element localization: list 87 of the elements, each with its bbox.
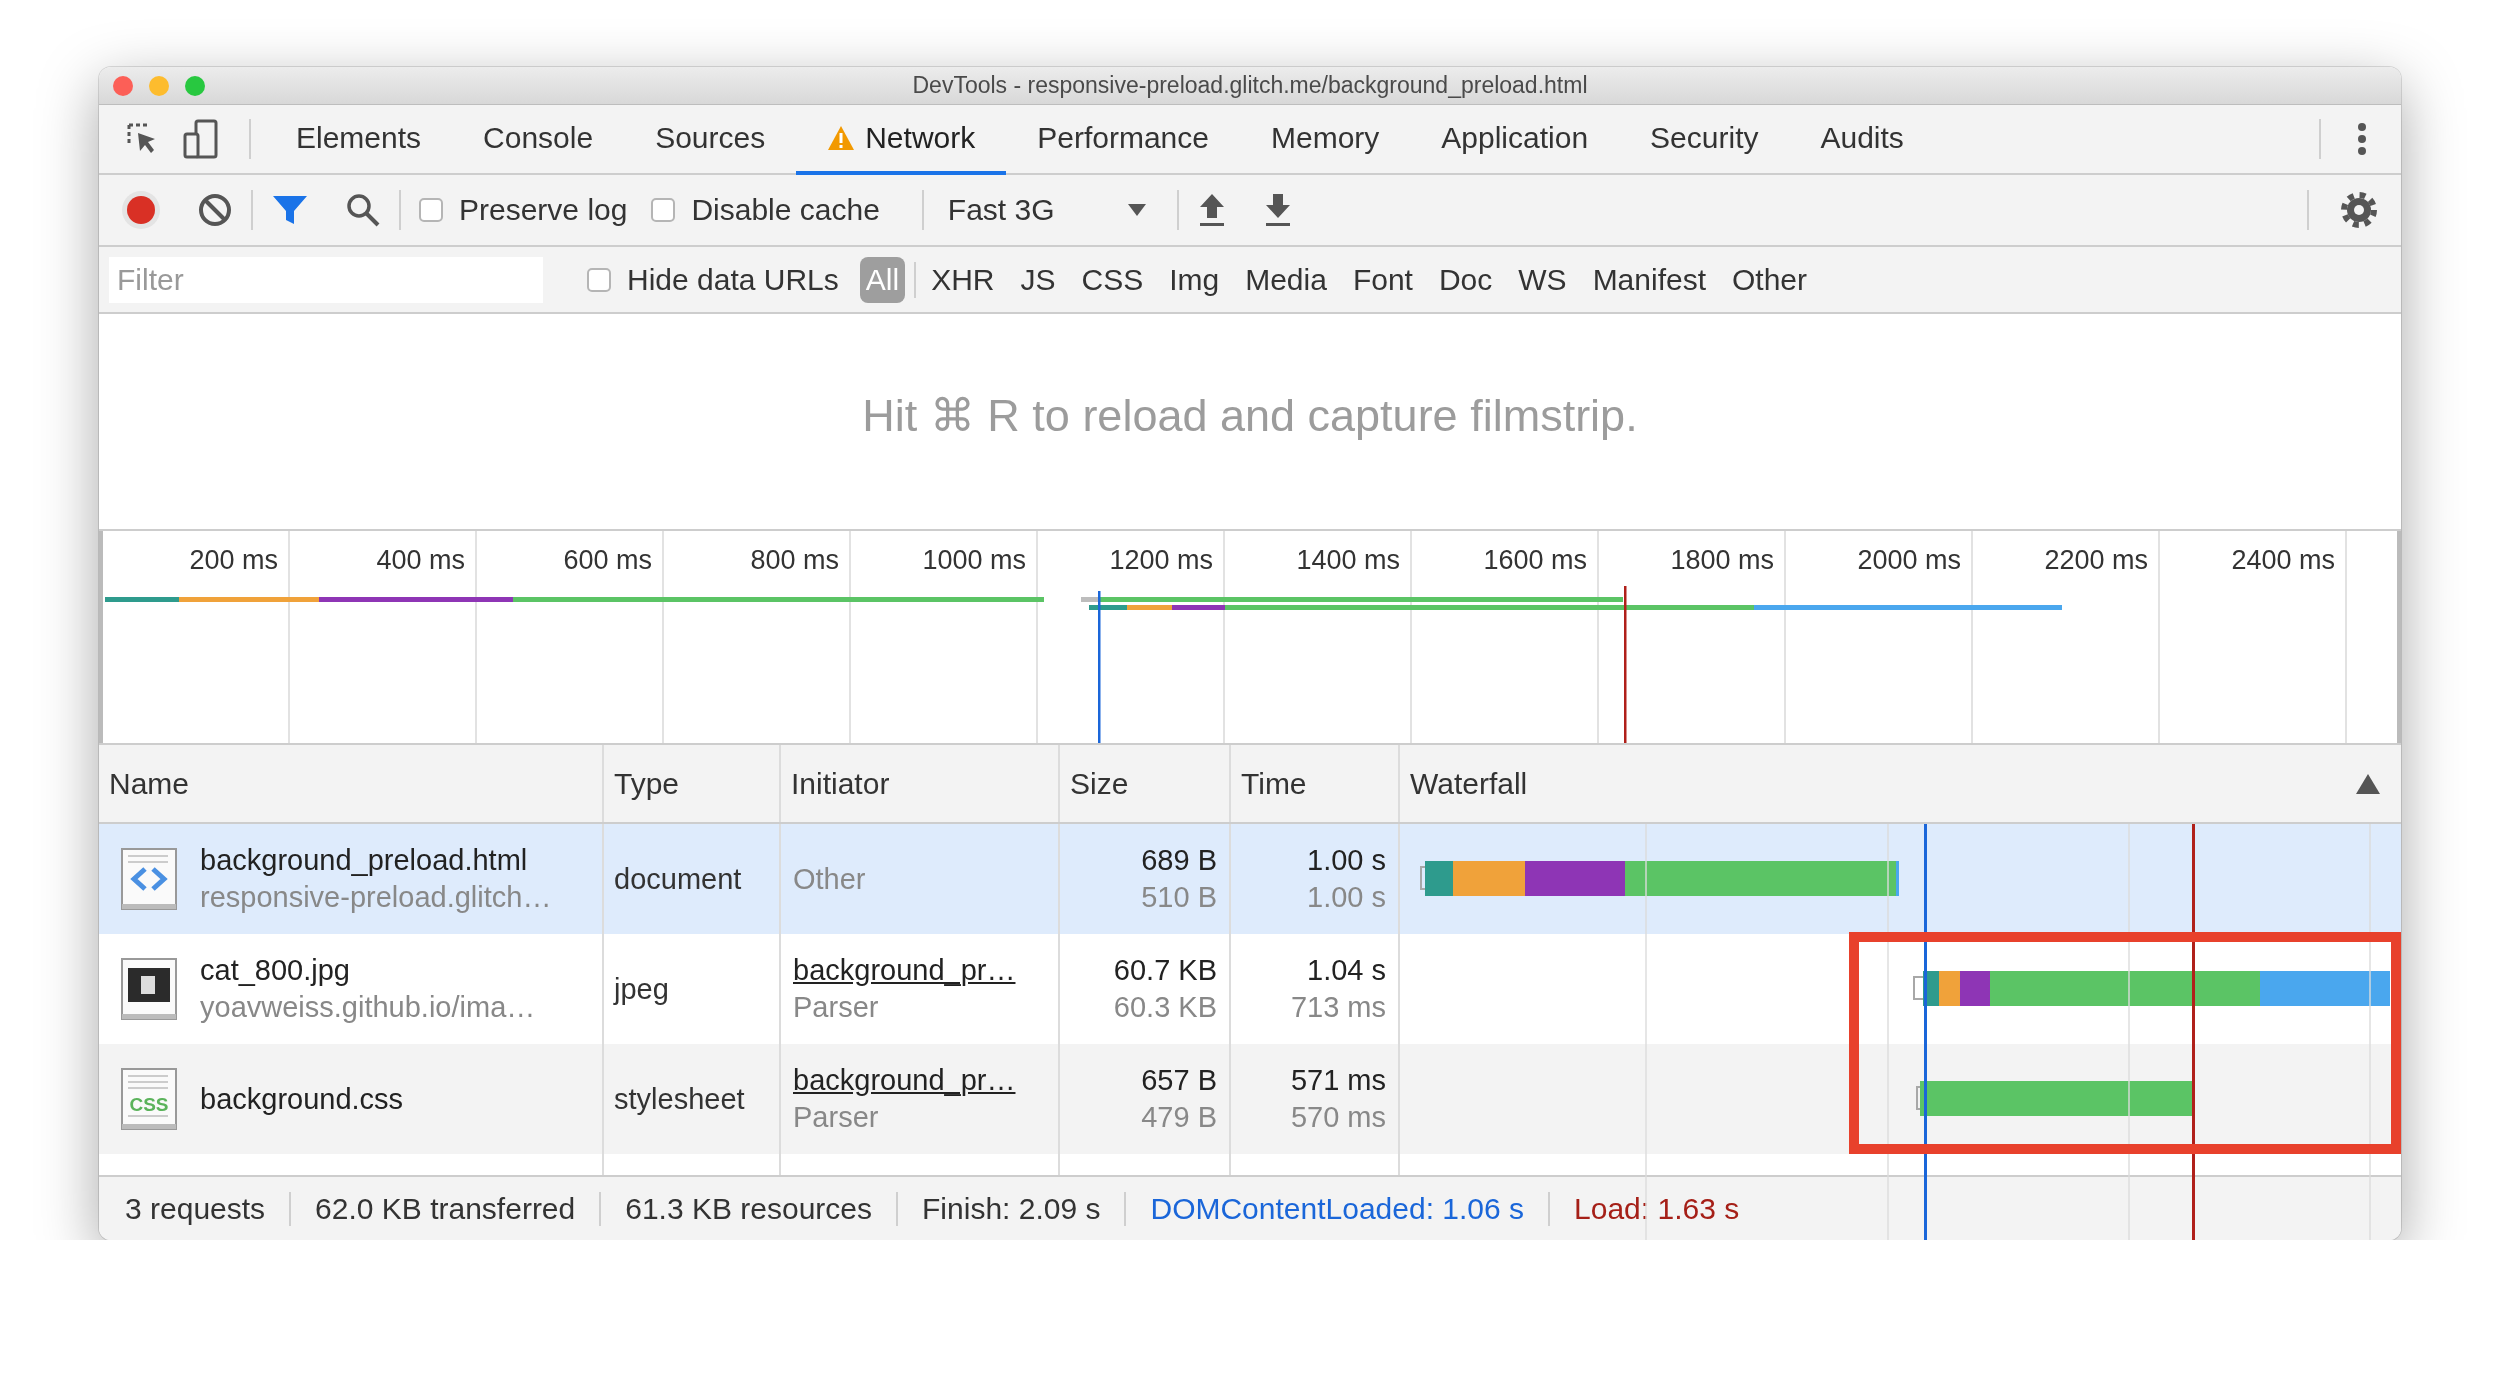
time-tick-label: 1600 ms (1483, 545, 1587, 575)
panel-tab[interactable]: Sources (624, 105, 797, 175)
initiator-detail: Parser (793, 991, 880, 1024)
status-text: 61.3 KB resources (625, 1191, 899, 1226)
time-tick-label: 800 ms (750, 545, 839, 575)
hide-data-urls-label: Hide data URLs (627, 262, 839, 297)
latency-time: 1.00 s (1307, 881, 1386, 914)
column-header[interactable]: Type (614, 766, 680, 801)
resource-type: stylesheet (614, 1082, 746, 1116)
more-options-icon[interactable] (2357, 122, 2367, 156)
total-time: 571 ms (1290, 1064, 1386, 1097)
panel-tab[interactable]: Application (1410, 105, 1620, 175)
status-text: Load: 1.63 s (1574, 1191, 1741, 1226)
panel-tab[interactable]: Security (1619, 105, 1790, 175)
resource-size: 510 B (1141, 881, 1217, 914)
throttling-dropdown[interactable]: Fast 3G (947, 193, 1147, 227)
status-text: 3 requests (125, 1191, 292, 1226)
panel-tab[interactable]: Elements (265, 105, 453, 175)
file-name: background.css (200, 1082, 404, 1116)
time-tick-label: 1000 ms (922, 545, 1026, 575)
status-text: Finish: 2.09 s (922, 1191, 1127, 1226)
panel-tab[interactable]: Memory (1240, 105, 1411, 175)
status-text: DOMContentLoaded: 1.06 s (1150, 1191, 1551, 1226)
preserve-log-checkbox[interactable] (419, 198, 443, 222)
transfer-size: 689 B (1141, 844, 1217, 877)
total-time: 1.00 s (1307, 844, 1386, 877)
filter-icon[interactable] (271, 193, 309, 227)
file-url: yoavweiss.github.io/ima… (200, 991, 536, 1024)
transfer-size: 60.7 KB (1113, 954, 1217, 987)
clear-icon[interactable] (197, 192, 233, 228)
column-header[interactable]: Name (109, 766, 190, 801)
time-tick-label: 2200 ms (2044, 545, 2148, 575)
time-tick-label: 600 ms (563, 545, 652, 575)
type-filter-button[interactable]: XHR (925, 256, 1001, 303)
panel-tab[interactable]: Audits (1789, 105, 1935, 175)
time-tick-label: 2000 ms (1857, 545, 1961, 575)
caret-icon (1126, 203, 1147, 217)
type-filter-button[interactable]: Doc (1432, 256, 1499, 303)
initiator-link[interactable]: background_pr… (793, 954, 1058, 987)
time-tick-label: 200 ms (189, 545, 278, 575)
initiator-detail: Parser (793, 1101, 880, 1134)
initiator-link[interactable]: background_pr… (793, 1064, 1058, 1097)
resource-size: 60.3 KB (1113, 991, 1217, 1024)
settings-icon[interactable] (2339, 190, 2379, 230)
sort-arrow-icon[interactable] (2355, 772, 2381, 795)
file-name: cat_800.jpg (200, 954, 351, 987)
column-header[interactable]: Waterfall (1410, 766, 1528, 801)
type-filter-button[interactable]: JS (1014, 256, 1062, 303)
column-header[interactable]: Initiator (791, 766, 890, 801)
time-tick-label: 400 ms (376, 545, 465, 575)
column-header[interactable]: Size (1070, 766, 1129, 801)
type-filter-button[interactable]: Manifest (1586, 256, 1712, 303)
panel-tab[interactable]: Console (452, 105, 625, 175)
filmstrip-hint: Hit ⌘ R to reload and capture filmstrip. (862, 389, 1638, 442)
resource-type: jpeg (614, 972, 670, 1006)
latency-time: 713 ms (1290, 991, 1386, 1024)
type-filter-button[interactable]: WS (1512, 256, 1573, 303)
type-filter-button[interactable]: Media (1239, 256, 1333, 303)
disable-cache-label: Disable cache (691, 193, 880, 227)
filter-field[interactable]: Filter (109, 256, 543, 303)
hide-data-urls-checkbox[interactable] (587, 267, 611, 292)
time-tick-label: 2400 ms (2231, 545, 2335, 575)
resource-size: 479 B (1141, 1101, 1217, 1134)
device-toolbar-icon[interactable] (183, 119, 219, 159)
search-icon[interactable] (345, 192, 381, 228)
resource-type: document (614, 862, 743, 896)
preserve-log-label: Preserve log (459, 193, 628, 227)
window-title: DevTools - responsive-preload.glitch.me/background_preload.html (912, 72, 1588, 99)
column-header[interactable]: Time (1241, 766, 1307, 801)
record-button[interactable] (121, 190, 161, 230)
file-url: responsive-preload.glitch… (200, 881, 552, 914)
latency-time: 570 ms (1290, 1101, 1386, 1134)
type-filter-button[interactable]: Font (1346, 256, 1419, 303)
time-tick-label: 1400 ms (1296, 545, 1400, 575)
time-tick-label: 1200 ms (1109, 545, 1213, 575)
panel-tab[interactable]: Performance (1006, 105, 1240, 175)
disable-cache-checkbox[interactable] (651, 198, 676, 222)
file-name: background_preload.html (200, 844, 529, 877)
transfer-size: 657 B (1141, 1064, 1217, 1097)
initiator-text: Other (793, 862, 867, 896)
total-time: 1.04 s (1307, 954, 1386, 987)
status-text: 62.0 KB transferred (315, 1191, 602, 1226)
type-filter-button[interactable]: Img (1163, 256, 1226, 303)
request-row[interactable]: background_preload.html responsive-preload.glitch… document Other 689 B 510 B 1.00 s 1.00 s (99, 824, 2401, 934)
type-filter-button[interactable]: Other (1726, 256, 1814, 303)
type-filter-button[interactable]: CSS (1075, 256, 1150, 303)
time-tick-label: 1800 ms (1670, 545, 1774, 575)
